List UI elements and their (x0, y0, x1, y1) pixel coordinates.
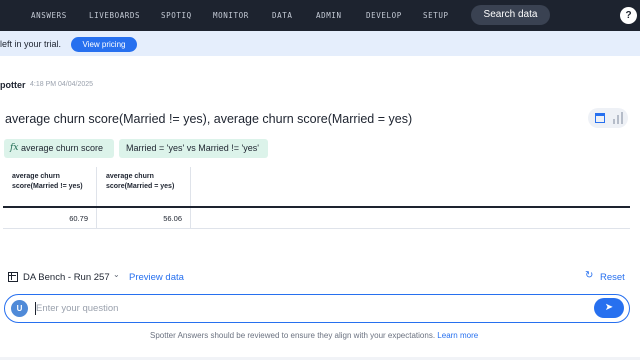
formula-chip[interactable]: fx average churn score (4, 139, 114, 158)
nav-data[interactable]: DATA (272, 11, 292, 20)
search-data-button[interactable]: Search data (471, 5, 550, 25)
table-cell: 56.06 (97, 208, 191, 229)
avatar: U (11, 300, 28, 317)
send-icon: ➤ (604, 302, 614, 313)
nav-admin[interactable]: ADMIN (316, 11, 342, 20)
filter-chip[interactable]: Married = 'yes' vs Married != 'yes' (119, 139, 268, 158)
help-icon[interactable]: ? (620, 7, 637, 24)
disclaimer: Spotter Answers should be reviewed to en… (150, 331, 478, 340)
question-input[interactable] (36, 301, 576, 316)
table-icon[interactable] (595, 113, 605, 123)
send-button[interactable]: ➤ (594, 298, 624, 318)
chevron-down-icon[interactable]: ⌄ (113, 270, 120, 279)
disclaimer-text: Spotter Answers should be reviewed to en… (150, 331, 436, 340)
reset-link[interactable]: Reset (600, 272, 625, 283)
nav-answers[interactable]: ANSWERS (31, 11, 67, 20)
table-cell: 60.79 (3, 208, 97, 229)
view-toggle[interactable] (588, 108, 628, 128)
answer-table: average churn score(Married != yes) aver… (3, 167, 630, 229)
view-pricing-button[interactable]: View pricing (71, 37, 137, 52)
filter-label: Married = 'yes' vs Married != 'yes' (126, 143, 259, 153)
nav-develop[interactable]: DEVELOP (366, 11, 402, 20)
spotter-timestamp: 4:18 PM 04/04/2025 (30, 81, 94, 88)
preview-data-link[interactable]: Preview data (129, 272, 184, 283)
chart-icon[interactable] (613, 112, 623, 124)
nav-spotiq[interactable]: SPOTIQ (161, 11, 192, 20)
trial-banner: left in your trial. View pricing (0, 31, 640, 56)
dataset-name[interactable]: DA Bench - Run 257 (23, 272, 110, 283)
reset-icon[interactable]: ↻ (585, 270, 593, 281)
trial-text: left in your trial. (0, 39, 62, 49)
text-caret (35, 302, 36, 315)
top-nav: ANSWERS LIVEBOARDS SPOTIQ MONITOR DATA A… (0, 0, 640, 31)
dataset-icon (8, 272, 18, 282)
question-box[interactable]: U ➤ (4, 294, 630, 323)
table-header[interactable]: average churn score(Married != yes) (3, 167, 97, 207)
spotter-name: potter (0, 80, 26, 90)
learn-more-link[interactable]: Learn more (437, 331, 478, 340)
nav-liveboards[interactable]: LIVEBOARDS (89, 11, 140, 20)
formula-icon: fx (10, 143, 19, 153)
nav-monitor[interactable]: MONITOR (213, 11, 249, 20)
table-bottom-border (3, 228, 630, 229)
nav-setup[interactable]: SETUP (423, 11, 449, 20)
answer-title: average churn score(Married != yes), ave… (5, 112, 413, 126)
formula-label: average churn score (21, 143, 104, 153)
table-header[interactable]: average churn score(Married = yes) (97, 167, 191, 207)
